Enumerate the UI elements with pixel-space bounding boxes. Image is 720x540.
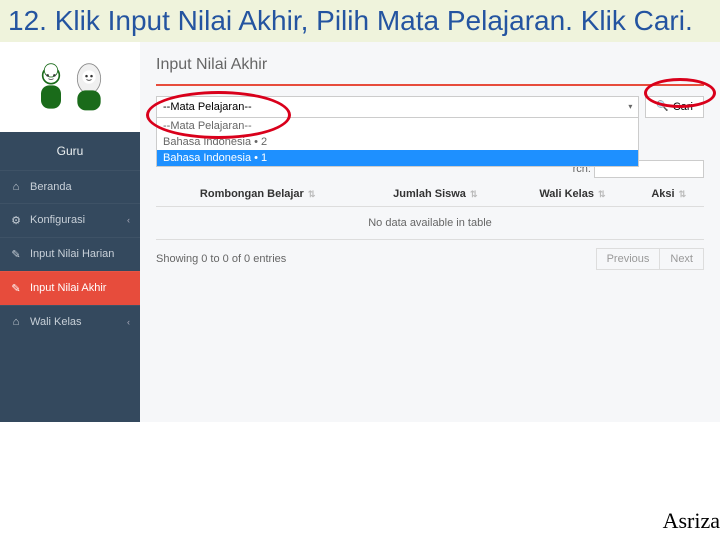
entries-info: Showing 0 to 0 of 0 entries [156, 253, 286, 265]
prev-button[interactable]: Previous [596, 248, 661, 270]
sort-icon: ⇅ [679, 189, 687, 199]
edit-icon: ✎ [10, 282, 22, 295]
col-rombongan[interactable]: Rombongan Belajar⇅ [156, 182, 359, 207]
filter-row: --Mata Pelajaran-- ▾ --Mata Pelajaran-- … [156, 96, 704, 118]
sort-icon: ⇅ [308, 189, 316, 199]
divider [156, 84, 704, 86]
sort-icon: ⇅ [470, 189, 478, 199]
sidebar-item-label: Beranda [30, 181, 72, 193]
gear-icon: ⚙ [10, 214, 22, 227]
option-item[interactable]: Bahasa Indonesia • 1 [157, 150, 638, 166]
sidebar-item-nilai-akhir[interactable]: ✎ Input Nilai Akhir [0, 271, 140, 305]
sidebar-item-label: Wali Kelas [30, 316, 82, 328]
search-icon: 🔍 [656, 101, 668, 112]
table-area: rch: Rombongan Belajar⇅ Jumlah Siswa⇅ Wa… [156, 160, 704, 270]
chevron-left-icon: ‹ [127, 215, 130, 225]
option-item[interactable]: Bahasa Indonesia • 2 [157, 134, 638, 150]
caret-down-icon: ▾ [628, 102, 632, 111]
col-aksi[interactable]: Aksi⇅ [634, 182, 705, 207]
sidebar-item-nilai-harian[interactable]: ✎ Input Nilai Harian [0, 237, 140, 271]
sidebar-item-label: Konfigurasi [30, 214, 85, 226]
home-icon: ⌂ [10, 316, 22, 328]
col-wali[interactable]: Wali Kelas⇅ [511, 182, 633, 207]
chevron-left-icon: ‹ [127, 317, 130, 327]
sidebar-item-label: Input Nilai Akhir [30, 282, 106, 294]
page-title: Input Nilai Akhir [156, 56, 704, 74]
sidebar-item-label: Input Nilai Harian [30, 248, 114, 260]
pager: Previous Next [596, 248, 704, 270]
sort-icon: ⇅ [598, 189, 606, 199]
main-content: Input Nilai Akhir --Mata Pelajaran-- ▾ -… [140, 42, 720, 422]
footer-author: Asriza [663, 508, 720, 534]
no-data-row: No data available in table [156, 206, 704, 239]
sidebar: Guru ⌂ Beranda ⚙ Konfigurasi ‹ ✎ Input Nilai… [0, 42, 140, 422]
subject-select-wrap: --Mata Pelajaran-- ▾ --Mata Pelajaran-- … [156, 96, 639, 118]
subject-options: --Mata Pelajaran-- Bahasa Indonesia • 2 … [156, 118, 639, 167]
table-footer: Showing 0 to 0 of 0 entries Previous Nex… [156, 248, 704, 270]
option-placeholder[interactable]: --Mata Pelajaran-- [157, 118, 638, 134]
col-jumlah[interactable]: Jumlah Siswa⇅ [359, 182, 511, 207]
avatar-area [0, 42, 140, 132]
instruction-text: 12. Klik Input Nilai Akhir, Pilih Mata P… [0, 0, 720, 42]
subject-select[interactable]: --Mata Pelajaran-- ▾ [156, 96, 639, 118]
select-value: --Mata Pelajaran-- [163, 101, 252, 113]
sidebar-item-konfigurasi[interactable]: ⚙ Konfigurasi ‹ [0, 203, 140, 237]
dashboard-icon: ⌂ [10, 181, 22, 193]
search-button-label: Cari [673, 101, 693, 113]
next-button[interactable]: Next [660, 248, 704, 270]
edit-icon: ✎ [10, 248, 22, 261]
sidebar-item-beranda[interactable]: ⌂ Beranda [0, 170, 140, 203]
nav-list: ⌂ Beranda ⚙ Konfigurasi ‹ ✎ Input Nilai Hari… [0, 170, 140, 338]
search-button[interactable]: 🔍 Cari [645, 96, 704, 118]
sidebar-item-wali-kelas[interactable]: ⌂ Wali Kelas ‹ [0, 305, 140, 338]
data-table: Rombongan Belajar⇅ Jumlah Siswa⇅ Wali Ke… [156, 182, 704, 240]
app-frame: Guru ⌂ Beranda ⚙ Konfigurasi ‹ ✎ Input Nilai… [0, 42, 720, 422]
role-label: Guru [0, 132, 140, 170]
